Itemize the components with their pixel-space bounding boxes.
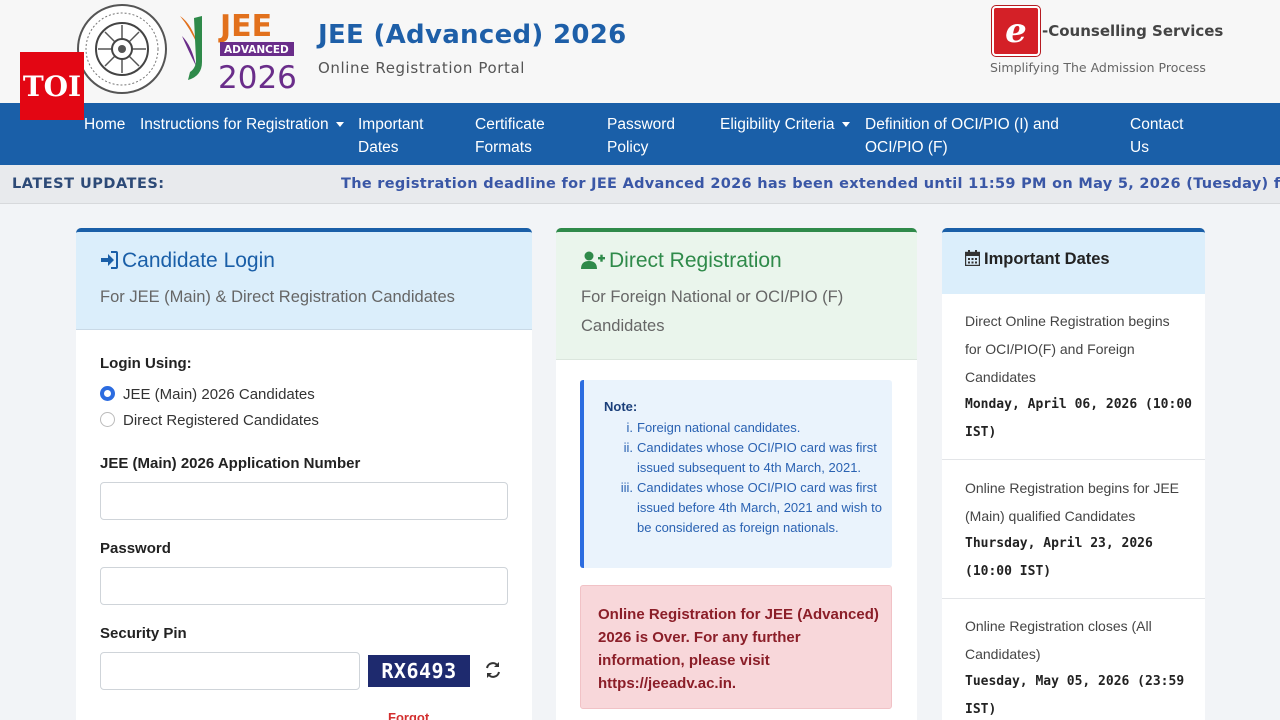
date-value: Monday, April 06, 2026 (10:00 IST) [965,397,1192,440]
security-pin-input[interactable] [100,652,360,690]
nav-important-dates[interactable]: Important Dates [358,113,448,159]
jee-advanced-logo: JEE ADVANCED 2026 [180,9,297,92]
note-item: iii. Candidates whose OCI/PIO card was fi… [620,480,882,535]
forgot-password-link[interactable]: Forgot [388,710,429,720]
note-box: Note: i. Foreign national candidates. ii.… [580,380,892,568]
note-list: i. Foreign national candidates. ii. Candid… [604,418,890,538]
iit-emblem-logo [77,4,167,94]
direct-card-title[interactable]: Direct Registration [581,249,782,273]
date-item: Online Registration closes (All Candidat… [942,599,1205,720]
note-item: ii. Candidates whose OCI/PIO card was fir… [623,440,877,475]
sign-in-icon [101,251,118,269]
portal-subtitle: Online Registration Portal [318,59,526,77]
toi-watermark-logo: TOI [20,52,84,120]
login-using-label: Login Using: [100,355,192,372]
nav-password-policy[interactable]: Password Policy [607,113,687,159]
refresh-icon[interactable] [484,660,502,680]
svg-text:ADVANCED: ADVANCED [224,44,289,56]
date-description: Online Registration begins for JEE (Main… [965,480,1179,524]
application-number-label: JEE (Main) 2026 Application Number [100,455,361,472]
calendar-icon [964,250,981,267]
login-card-subtitle: For JEE (Main) & Direct Registration Can… [100,288,455,306]
radio-direct-registered[interactable]: Direct Registered Candidates [100,412,319,429]
security-pin-label: Security Pin [100,625,187,642]
note-item: i. Foreign national candidates. [626,420,801,435]
date-value: Tuesday, May 05, 2026 (23:59 IST) [965,674,1185,717]
main-nav: Home Instructions for Registration Impor… [0,103,1280,165]
note-title: Note: [604,399,638,414]
login-card-title: Candidate Login [100,249,275,273]
login-card-header [76,232,532,330]
dates-card-title: Important Dates [964,250,1110,269]
chevron-down-icon [335,122,344,128]
date-description: Direct Online Registration begins for OC… [965,313,1170,385]
latest-updates-ticker: LATEST UPDATES: The registration deadlin… [0,165,1280,204]
ticker-label: LATEST UPDATES: [12,176,165,192]
radio-selected-icon[interactable] [100,386,115,401]
nav-instructions-dropdown[interactable]: Instructions for Registration [140,113,344,136]
counselling-title: -Counselling Services [1042,22,1224,40]
site-header: JEE ADVANCED 2026 JEE (Advanced) 2026 On… [0,0,1280,103]
direct-card-subtitle: For Foreign National or OCI/PIO (F) Cand… [581,288,844,335]
date-item: Online Registration begins for JEE (Main… [942,460,1205,599]
captcha-image: RX6493 [368,655,470,687]
portal-title: JEE (Advanced) 2026 [318,20,627,50]
date-item: Direct Online Registration begins for OC… [942,294,1205,460]
ticker-text[interactable]: The registration deadline for JEE Advanc… [341,176,1280,192]
nav-contact-us[interactable]: Contact Us [1130,113,1200,159]
chevron-down-icon [841,122,850,128]
radio-unselected-icon[interactable] [100,412,115,427]
counselling-logo-icon: e [992,6,1040,56]
svg-text:JEE: JEE [218,9,272,44]
nav-home[interactable]: Home [84,113,125,136]
counselling-subtitle: Simplifying The Admission Process [990,60,1206,75]
date-value: Thursday, April 23, 2026 (10:00 IST) [965,536,1153,579]
password-input[interactable] [100,567,508,605]
svg-text:2026: 2026 [218,60,297,92]
alert-text: Online Registration for JEE (Advanced) 2… [598,606,879,692]
radio-jee-main[interactable]: JEE (Main) 2026 Candidates [100,386,315,403]
date-description: Online Registration closes (All Candidat… [965,618,1152,662]
nav-oci-pio-definition[interactable]: Definition of OCI/PIO (I) and OCI/PIO (F… [865,113,1120,159]
password-label: Password [100,540,171,557]
nav-certificate-formats[interactable]: Certificate Formats [475,113,575,159]
user-plus-icon [581,251,605,269]
application-number-input[interactable] [100,482,508,520]
registration-closed-alert: Online Registration for JEE (Advanced) 2… [580,585,892,709]
nav-eligibility-dropdown[interactable]: Eligibility Criteria [720,113,850,136]
